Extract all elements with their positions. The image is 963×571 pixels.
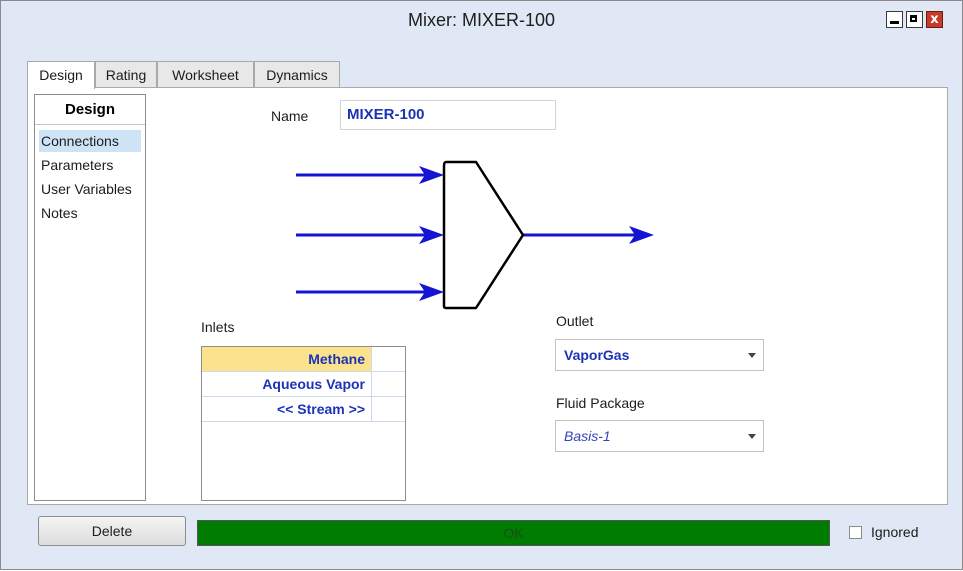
ignored-checkbox[interactable]	[849, 526, 862, 539]
inlet-row-filler	[372, 372, 405, 397]
fluid-package-select[interactable]: Basis-1	[555, 420, 764, 452]
status-bar: OK	[197, 520, 830, 546]
inlet-row-new-stream[interactable]: << Stream >>	[202, 397, 372, 422]
inlets-table: Methane Aqueous Vapor << Stream >>	[201, 346, 406, 501]
outlet-value: VaporGas	[564, 347, 630, 363]
inlet-row-aqueous-vapor[interactable]: Aqueous Vapor	[202, 372, 372, 397]
fluid-package-label: Fluid Package	[556, 395, 645, 411]
inlets-label: Inlets	[201, 319, 235, 335]
outlet-label: Outlet	[556, 313, 594, 329]
mixer-unit-icon	[442, 160, 525, 310]
inlet-row-methane[interactable]: Methane	[202, 347, 372, 372]
outlet-select[interactable]: VaporGas	[555, 339, 764, 371]
inlet-row-filler	[372, 397, 405, 422]
delete-button[interactable]: Delete	[38, 516, 186, 546]
mixer-window: Mixer: MIXER-100 x Design Rating Workshe…	[0, 0, 963, 570]
ignored-label: Ignored	[871, 524, 919, 540]
chevron-down-icon[interactable]	[748, 353, 756, 358]
fluid-package-value: Basis-1	[564, 428, 611, 444]
inlet-row-filler	[372, 347, 405, 372]
chevron-down-icon[interactable]	[748, 434, 756, 439]
tab-design[interactable]: Design	[27, 61, 95, 89]
mixer-diagram	[296, 160, 654, 310]
